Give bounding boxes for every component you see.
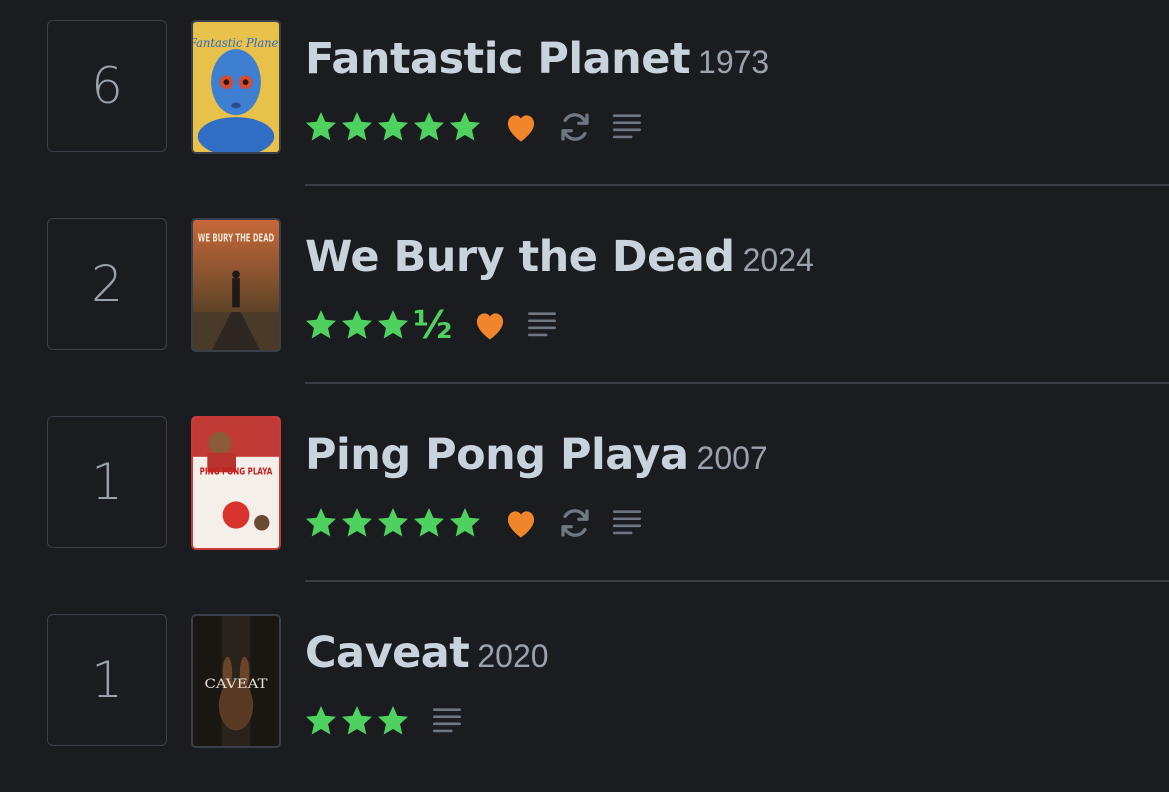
- half-star: ½: [413, 303, 453, 347]
- rewatch-icon: [561, 509, 589, 537]
- film-title[interactable]: We Bury the Dead: [305, 232, 735, 282]
- day-number[interactable]: 1: [47, 416, 167, 548]
- diary-entry: 2 WE BURY THE DEAD We Bury the Dead 2024…: [0, 198, 1169, 396]
- star-icon: [342, 508, 372, 537]
- film-title-line: Caveat 2020: [305, 628, 549, 678]
- caveat-poster[interactable]: CAVEAT: [191, 614, 281, 748]
- film-year[interactable]: 2020: [477, 638, 548, 674]
- star-icon: [306, 508, 336, 537]
- row-divider: [305, 184, 1169, 186]
- star-icon: [306, 706, 336, 735]
- star-icon: [450, 112, 480, 141]
- film-year[interactable]: 2024: [743, 242, 814, 278]
- entry-meta: ½: [303, 303, 560, 347]
- rewatch-icon: [561, 113, 589, 141]
- row-divider: [305, 580, 1169, 582]
- star-icon: [378, 508, 408, 537]
- entry-meta: [303, 105, 645, 149]
- star-icon: [342, 310, 372, 339]
- star-icon: [306, 112, 336, 141]
- star-icon: [378, 706, 408, 735]
- day-number[interactable]: 6: [47, 20, 167, 152]
- poster-title-text: Fantastic Planet: [193, 36, 279, 50]
- heart-icon: [507, 115, 535, 142]
- entry-meta: [303, 501, 645, 545]
- diary-entry: 1 CAVEAT Caveat 2020: [0, 594, 1169, 792]
- star-icon: [414, 508, 444, 537]
- poster-title-text: WE BURY THE DEAD: [198, 232, 275, 244]
- ping-pong-playa-poster[interactable]: PING PONG PLAYA: [191, 416, 281, 550]
- fantastic-planet-poster[interactable]: Fantastic Planet: [191, 20, 281, 154]
- day-number[interactable]: 1: [47, 614, 167, 746]
- heart-icon: [507, 511, 535, 538]
- film-title-line: We Bury the Dead 2024: [305, 232, 814, 282]
- day-number[interactable]: 2: [47, 218, 167, 350]
- film-title[interactable]: Caveat: [305, 628, 470, 678]
- poster-title-text: CAVEAT: [204, 676, 268, 691]
- star-icon: [378, 310, 408, 339]
- film-title[interactable]: Fantastic Planet: [305, 34, 691, 84]
- review-icon: [528, 312, 557, 337]
- review-icon: [612, 510, 642, 535]
- film-title-line: Fantastic Planet 1973: [305, 34, 769, 84]
- review-icon: [432, 708, 462, 733]
- star-icon: [414, 112, 444, 141]
- poster-title-text: PING PONG PLAYA: [200, 466, 273, 477]
- star-icon: [342, 706, 372, 735]
- row-divider: [305, 382, 1169, 384]
- film-title[interactable]: Ping Pong Playa: [305, 430, 689, 480]
- star-icon: [450, 508, 480, 537]
- star-icon: [378, 112, 408, 141]
- review-icon: [612, 114, 642, 139]
- film-title-line: Ping Pong Playa 2007: [305, 430, 768, 480]
- we-bury-the-dead-poster[interactable]: WE BURY THE DEAD: [191, 218, 281, 352]
- film-year[interactable]: 2007: [697, 440, 768, 476]
- star-icon: [306, 310, 336, 339]
- diary-entry: 1 PING PONG PLAYA Ping Pong Playa 2007: [0, 396, 1169, 594]
- star-icon: [342, 112, 372, 141]
- diary-list: 6 Fantastic Planet Fantastic Planet1973: [0, 0, 1169, 776]
- film-year[interactable]: 1973: [698, 44, 769, 80]
- diary-entry: 6 Fantastic Planet Fantastic Planet 1973: [0, 0, 1169, 198]
- heart-icon: [477, 313, 504, 340]
- entry-meta: [303, 699, 465, 743]
